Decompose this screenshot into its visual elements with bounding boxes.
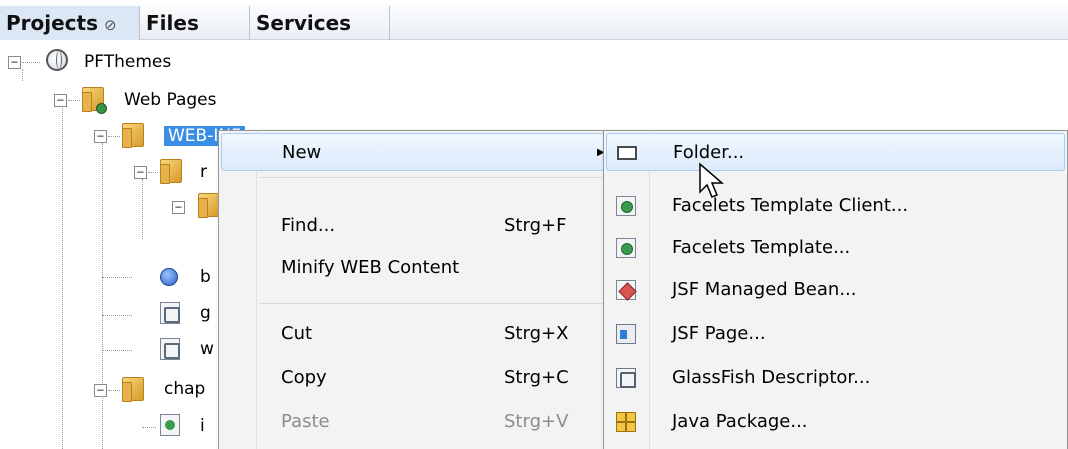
jsf-page-icon — [616, 324, 636, 344]
menu-item-label: New — [282, 142, 322, 163]
submenu-item-jsf-managed-bean[interactable]: JSF Managed Bean... — [606, 271, 1065, 309]
submenu-item-label: JSF Managed Bean... — [672, 279, 857, 300]
tree-node-web-pages[interactable]: Web Pages — [124, 85, 216, 115]
new-submenu: Folder... Facelets Template Client... Fa… — [603, 130, 1068, 449]
menu-icon-gutter — [219, 131, 257, 449]
web-badge-icon — [96, 103, 107, 114]
menu-item-new[interactable]: New ▶ — [221, 133, 605, 171]
tab-projects[interactable]: Projects ⊘ — [0, 6, 140, 40]
mouse-pointer-icon — [699, 162, 725, 198]
tree-connector — [142, 427, 156, 428]
folder-icon — [122, 377, 144, 402]
bean-icon — [160, 268, 178, 286]
xhtml-file-icon — [160, 414, 180, 436]
menu-item-shortcut: Strg+C — [504, 367, 569, 388]
tree-node-pfthemes[interactable]: PFThemes — [84, 47, 171, 77]
glassfish-descriptor-icon — [616, 368, 636, 388]
close-icon[interactable]: ⊘ — [104, 16, 117, 34]
collapse-icon[interactable]: − — [172, 201, 185, 214]
web-project-icon — [46, 49, 68, 71]
submenu-item-label: JSF Page... — [672, 323, 766, 344]
submenu-item-facelets-template[interactable]: Facelets Template... — [606, 229, 1065, 267]
collapse-icon[interactable]: − — [54, 94, 67, 107]
submenu-item-folder[interactable]: Folder... — [606, 133, 1065, 171]
tree-connector — [102, 315, 132, 316]
menu-item-find[interactable]: Find... Strg+F — [221, 207, 605, 245]
menu-item-cut[interactable]: Cut Strg+X — [221, 315, 605, 353]
tab-projects-label: Projects — [6, 11, 99, 35]
tree-node-i[interactable]: i — [200, 411, 205, 441]
menu-item-label: Minify WEB Content — [281, 257, 460, 278]
submenu-item-label: Java Package... — [672, 411, 808, 432]
jsf-managed-bean-icon — [616, 280, 636, 300]
folder-icon — [160, 159, 182, 184]
submenu-item-java-package[interactable]: Java Package... — [606, 403, 1065, 441]
menu-item-shortcut: Strg+V — [504, 411, 569, 432]
tree-node-label: b — [200, 267, 211, 287]
tree-connector — [108, 390, 120, 391]
submenu-item-label: GlassFish Descriptor... — [672, 367, 871, 388]
java-package-icon — [616, 412, 636, 432]
tree-connector — [148, 172, 158, 173]
menu-item-label: Find... — [281, 215, 336, 236]
menu-item-copy[interactable]: Copy Strg+C — [221, 359, 605, 397]
submenu-item-jsf-page[interactable]: JSF Page... — [606, 315, 1065, 353]
tree-node-r[interactable]: r — [200, 157, 207, 187]
tree-connector — [68, 100, 80, 101]
folder-icon — [122, 123, 144, 148]
tree-connector — [102, 277, 132, 278]
folder-icon — [617, 146, 637, 160]
tree-node-w[interactable]: w — [200, 334, 214, 364]
context-menu: New ▶ Find... Strg+F Minify WEB Content … — [218, 130, 608, 449]
tree-node-label: chap — [164, 379, 206, 399]
collapse-icon[interactable]: − — [94, 384, 107, 397]
tree-node-label: Web Pages — [124, 90, 217, 110]
tree-guide-line — [62, 99, 63, 449]
tree-node-b[interactable]: b — [200, 262, 211, 292]
collapse-icon[interactable]: − — [94, 130, 107, 143]
collapse-icon[interactable]: − — [8, 56, 21, 69]
explorer-tab-bar: Projects ⊘ Files Services — [0, 0, 1068, 40]
tree-guide-line — [102, 143, 103, 449]
folder-icon — [198, 193, 220, 218]
menu-item-label: Copy — [281, 367, 327, 388]
tree-connector — [102, 350, 132, 351]
menu-item-label: Cut — [281, 323, 313, 344]
tree-node-label: PFThemes — [84, 52, 172, 72]
tree-node-g[interactable]: g — [200, 298, 211, 328]
submenu-item-label: Facelets Template... — [672, 237, 851, 258]
submenu-item-glassfish-descriptor[interactable]: GlassFish Descriptor... — [606, 359, 1065, 397]
tree-connector — [22, 62, 40, 63]
menu-separator — [259, 303, 605, 304]
xml-file-icon — [160, 338, 180, 360]
tree-guide-line — [142, 179, 143, 239]
tab-services-label: Services — [256, 11, 352, 35]
submenu-item-facelets-template-client[interactable]: Facelets Template Client... — [606, 187, 1065, 225]
menu-item-label: Paste — [281, 411, 330, 432]
tree-node-label: g — [200, 303, 211, 323]
xml-file-icon — [160, 302, 180, 324]
tree-guide-line — [22, 69, 23, 81]
menu-separator — [259, 177, 605, 178]
tab-services[interactable]: Services — [250, 6, 390, 40]
menu-item-paste[interactable]: Paste Strg+V — [221, 403, 605, 441]
tree-node-label: w — [200, 339, 214, 359]
tree-node-label: r — [200, 162, 207, 182]
collapse-icon[interactable]: − — [134, 166, 147, 179]
tree-node-chapter[interactable]: chap — [164, 374, 205, 404]
facelets-template-icon — [616, 238, 636, 258]
menu-item-shortcut: Strg+X — [504, 323, 569, 344]
menu-item-shortcut: Strg+F — [504, 215, 567, 236]
facelets-template-client-icon — [616, 196, 636, 216]
menu-item-minify-web-content[interactable]: Minify WEB Content — [221, 249, 605, 287]
tab-files[interactable]: Files — [140, 6, 250, 40]
tree-node-label: i — [200, 416, 205, 436]
tree-connector — [108, 136, 120, 137]
tab-files-label: Files — [146, 11, 199, 35]
